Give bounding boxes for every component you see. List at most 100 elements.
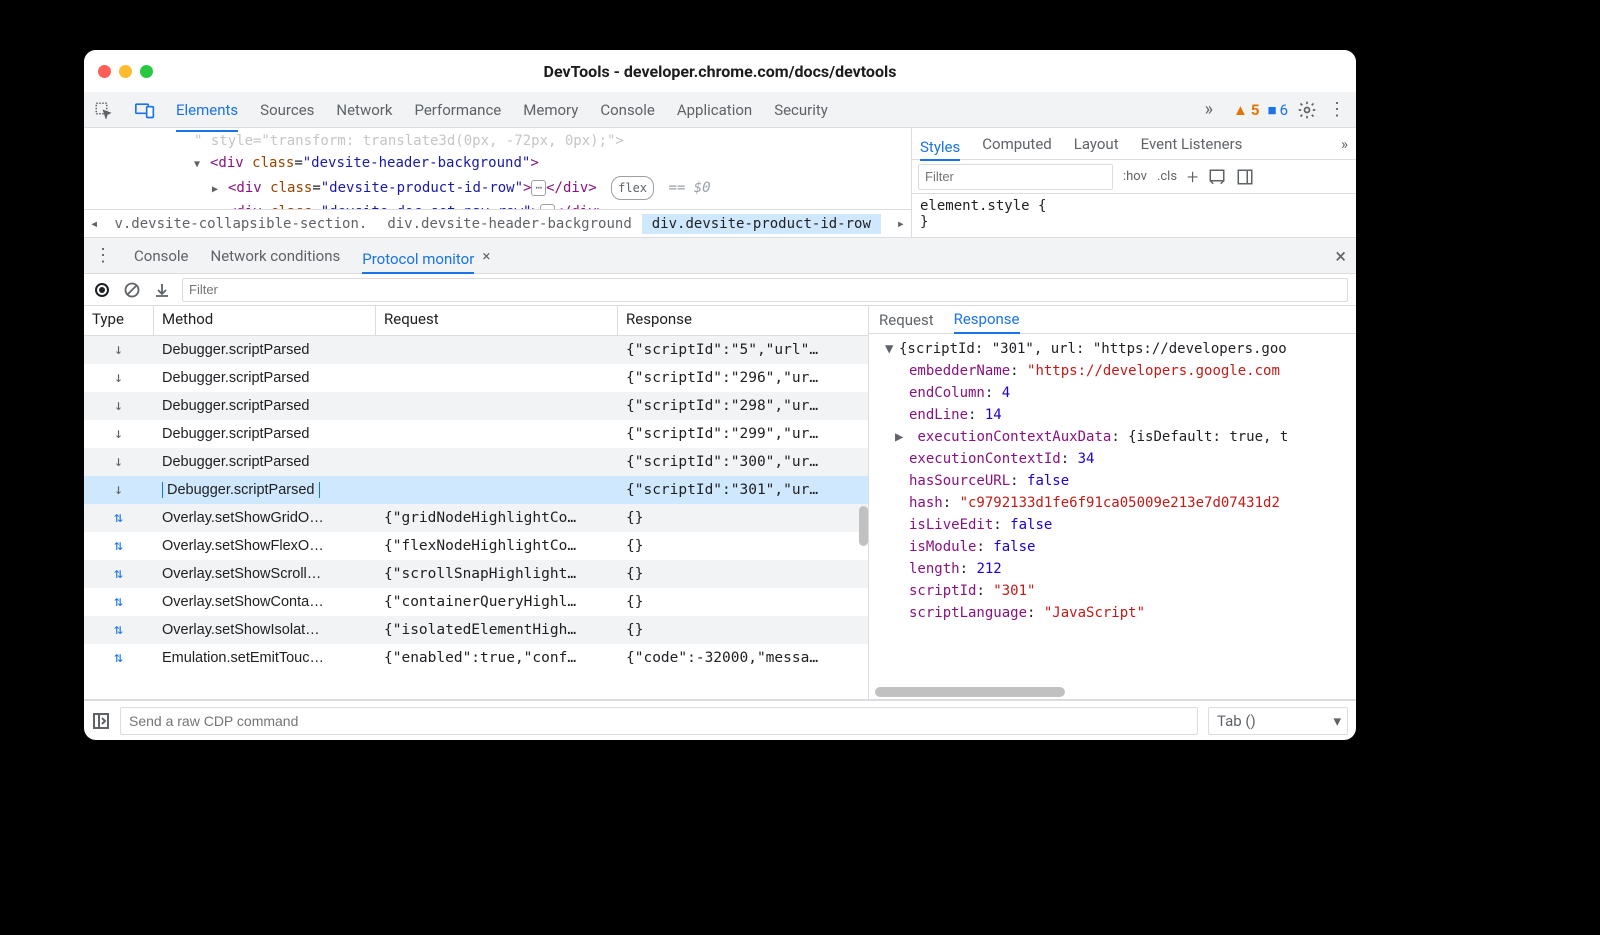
main-tab-console[interactable]: Console (600, 95, 655, 125)
expand-editor-icon[interactable] (92, 712, 110, 730)
protocol-row[interactable]: ⇅Overlay.setShowGridO…{"gridNodeHighligh… (84, 504, 868, 532)
devtools-window: DevTools - developer.chrome.com/docs/dev… (84, 50, 1356, 740)
styles-tab-styles[interactable]: Styles (920, 133, 960, 161)
json-property[interactable]: isLiveEdit: false (875, 514, 1356, 536)
json-property[interactable]: executionContextId: 34 (875, 448, 1356, 470)
drawer-tabstrip: ⋮ Console Network conditions Protocol moni… (84, 238, 1356, 274)
col-method[interactable]: Method (154, 306, 376, 335)
json-property[interactable]: ▶ executionContextAuxData: {isDefault: t… (875, 426, 1356, 448)
cdp-command-input[interactable] (120, 707, 1198, 735)
main-tab-security[interactable]: Security (774, 95, 828, 125)
record-icon[interactable] (92, 282, 112, 298)
close-tab-icon[interactable]: × (482, 247, 490, 265)
ellipsis-icon[interactable]: ⋯ (531, 180, 546, 196)
json-root[interactable]: ▼{scriptId: "301", url: "https://develop… (875, 338, 1356, 360)
protocol-row[interactable]: ↓Debugger.scriptParsed{"scriptId":"5","u… (84, 336, 868, 364)
dom-node[interactable]: <div class="devsite-product-id-row">⋯</d… (84, 176, 911, 201)
detail-tab-request[interactable]: Request (879, 311, 934, 329)
settings-icon[interactable] (1296, 99, 1318, 121)
response-json-tree[interactable]: ▼{scriptId: "301", url: "https://develop… (869, 334, 1356, 699)
styles-body[interactable]: element.style { } (912, 194, 1356, 234)
minimize-window[interactable] (119, 65, 132, 78)
protocol-row[interactable]: ⇅Overlay.setShowConta…{"containerQueryHi… (84, 588, 868, 616)
toggle-sidebar-icon[interactable] (1236, 168, 1254, 186)
table-scrollbar-thumb[interactable] (859, 506, 868, 546)
maximize-window[interactable] (140, 65, 153, 78)
breadcrumb-scroll-right[interactable]: ▸ (891, 216, 911, 232)
main-tab-application[interactable]: Application (677, 95, 752, 125)
col-response[interactable]: Response (618, 306, 868, 335)
new-style-rule-icon[interactable]: + (1187, 165, 1198, 189)
dom-node[interactable]: <div class="devsite-header-background"> (84, 152, 911, 176)
protocol-row[interactable]: ↓Debugger.scriptParsed{"scriptId":"299",… (84, 420, 868, 448)
more-tabs-icon[interactable]: » (1205, 99, 1213, 120)
drawer-more-icon[interactable]: ⋮ (94, 245, 112, 266)
issues-count[interactable]: ■ 6 (1268, 101, 1289, 119)
json-property[interactable]: scriptId: "301" (875, 580, 1356, 602)
protocol-row[interactable]: ⇅Emulation.setEmitTouc…{"enabled":true,"… (84, 644, 868, 672)
hov-toggle[interactable]: :hov (1123, 169, 1147, 184)
styles-tab-computed[interactable]: Computed (982, 130, 1052, 158)
json-property[interactable]: hash: "c9792133d1fe6f91ca05009e213e7d074… (875, 492, 1356, 514)
protocol-monitor-body: Type Method Request Response ↓Debugger.s… (84, 306, 1356, 700)
computed-styles-icon[interactable] (1208, 168, 1226, 186)
protocol-filter-input[interactable] (182, 278, 1348, 302)
main-tab-elements[interactable]: Elements (176, 95, 238, 132)
styles-filter-input[interactable] (918, 164, 1113, 190)
protocol-row[interactable]: ↓Debugger.scriptParsed{"scriptId":"296",… (84, 364, 868, 392)
drawer-tab-protocol-monitor[interactable]: Protocol monitor (362, 244, 474, 274)
json-property[interactable]: endColumn: 4 (875, 382, 1356, 404)
breadcrumb-item[interactable]: v.devsite-collapsible-section. (104, 214, 377, 234)
detail-tab-response[interactable]: Response (954, 310, 1020, 334)
close-window[interactable] (98, 65, 111, 78)
breadcrumb-item[interactable]: div.devsite-header-background (377, 214, 641, 234)
styles-toolbar: :hov .cls + (912, 160, 1356, 194)
col-type[interactable]: Type (84, 306, 154, 335)
device-toolbar-icon[interactable] (134, 99, 156, 121)
json-scrollbar-thumb[interactable] (875, 687, 1065, 697)
breadcrumb-scroll-left[interactable]: ◂ (84, 216, 104, 232)
protocol-row[interactable]: ⇅Overlay.setShowIsolat…{"isolatedElement… (84, 616, 868, 644)
protocol-row[interactable]: ⇅Overlay.setShowFlexO…{"flexNodeHighligh… (84, 532, 868, 560)
protocol-row[interactable]: ↓Debugger.scriptParsed{"scriptId":"300",… (84, 448, 868, 476)
col-request[interactable]: Request (376, 306, 618, 335)
flex-badge[interactable]: flex (611, 176, 654, 200)
dom-node[interactable]: <div class="devsite-doc-set-nav-row">⋯</… (84, 201, 911, 209)
protocol-table[interactable]: Type Method Request Response ↓Debugger.s… (84, 306, 869, 699)
dom-node[interactable]: " style="transform: translate3d(0px, -72… (84, 130, 911, 152)
cls-toggle[interactable]: .cls (1157, 169, 1177, 184)
drawer-tab-console[interactable]: Console (134, 241, 189, 271)
warnings-count[interactable]: ▲ 5 (1233, 101, 1259, 119)
json-property[interactable]: isModule: false (875, 536, 1356, 558)
target-tab-select[interactable]: Tab () (1208, 707, 1348, 735)
main-tab-sources[interactable]: Sources (260, 95, 314, 125)
json-property[interactable]: scriptLanguage: "JavaScript" (875, 602, 1356, 624)
more-menu-icon[interactable]: ⋮ (1326, 99, 1348, 121)
styles-more-tabs-icon[interactable]: » (1341, 135, 1348, 153)
clear-icon[interactable] (122, 282, 142, 298)
main-tab-performance[interactable]: Performance (414, 95, 501, 125)
styles-tab-layout[interactable]: Layout (1074, 130, 1119, 158)
protocol-table-header: Type Method Request Response (84, 306, 868, 336)
titlebar: DevTools - developer.chrome.com/docs/dev… (84, 50, 1356, 92)
save-icon[interactable] (152, 282, 172, 298)
json-property[interactable]: length: 212 (875, 558, 1356, 580)
element-style-rule: element.style { (920, 198, 1348, 214)
main-tab-memory[interactable]: Memory (523, 95, 578, 125)
protocol-row[interactable]: ⇅Overlay.setShowScroll…{"scrollSnapHighl… (84, 560, 868, 588)
protocol-row[interactable]: ↓Debugger.scriptParsed{"scriptId":"301",… (84, 476, 868, 504)
breadcrumb-item[interactable]: div.devsite-product-id-row (642, 214, 881, 234)
styles-tab-event-listeners[interactable]: Event Listeners (1141, 130, 1243, 158)
main-tabstrip: ElementsSourcesNetworkPerformanceMemoryC… (84, 92, 1356, 128)
json-property[interactable]: hasSourceURL: false (875, 470, 1356, 492)
main-tab-network[interactable]: Network (336, 95, 392, 125)
json-property[interactable]: endLine: 14 (875, 404, 1356, 426)
drawer-close-icon[interactable]: × (1335, 244, 1346, 268)
protocol-row[interactable]: ↓Debugger.scriptParsed{"scriptId":"298",… (84, 392, 868, 420)
drawer-tab-network-conditions[interactable]: Network conditions (211, 241, 341, 271)
traffic-lights (98, 65, 153, 78)
warning-icon: ▲ (1233, 101, 1248, 119)
inspect-icon[interactable] (92, 99, 114, 121)
json-property[interactable]: embedderName: "https://developers.google… (875, 360, 1356, 382)
dom-tree[interactable]: … " style="transform: translate3d(0px, -… (84, 128, 911, 237)
